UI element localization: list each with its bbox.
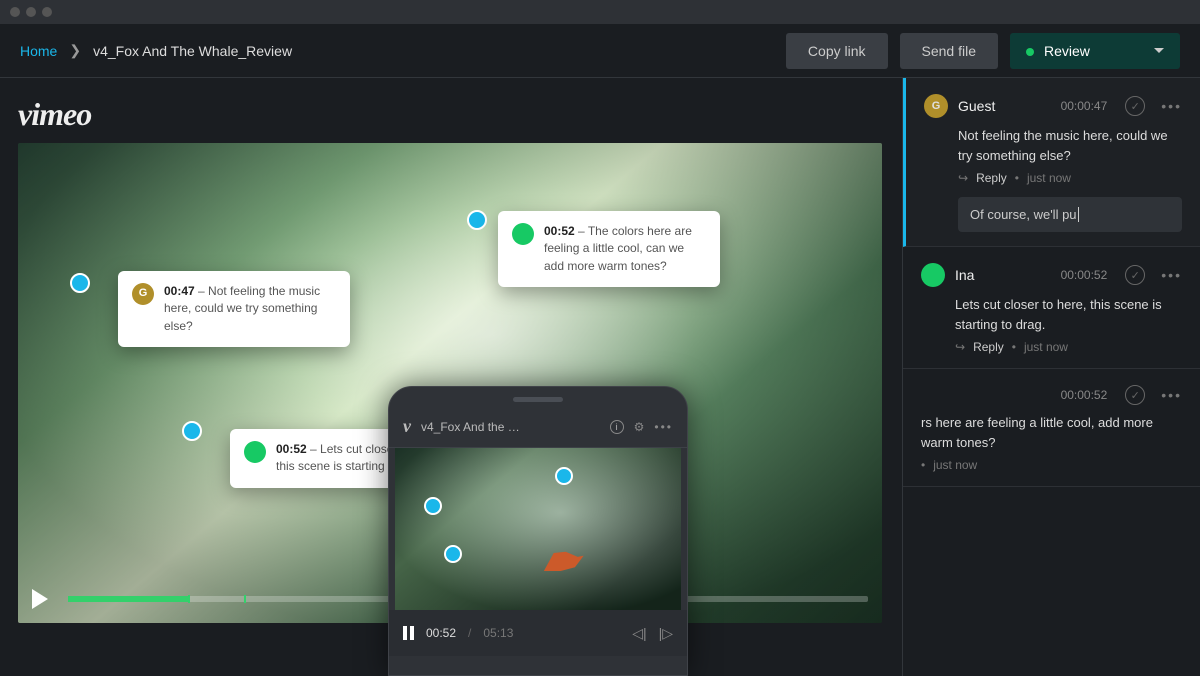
comment-timestamp: 00:00:52: [1061, 388, 1108, 402]
video-art-fox: [544, 545, 584, 571]
note-timestamp: 00:52: [276, 442, 307, 456]
video-note[interactable]: 00:52 – The colors here are feeling a li…: [498, 211, 720, 287]
video-note[interactable]: G 00:47 – Not feeling the music here, co…: [118, 271, 350, 347]
window-titlebar: [0, 0, 1200, 24]
gear-icon[interactable]: ⚙: [634, 420, 645, 434]
reply-button[interactable]: Reply: [976, 171, 1007, 185]
avatar: [921, 263, 945, 287]
comment-body: Lets cut closer to here, this scene is s…: [955, 295, 1182, 334]
comment-timestamp: 00:00:47: [1061, 99, 1108, 113]
current-time: 00:52: [426, 626, 456, 640]
seek-fill: [68, 596, 188, 602]
review-label: Review: [1044, 43, 1090, 59]
mobile-preview: v v4_Fox And the … i ⚙ ••• 00:52 / 05:13…: [388, 386, 688, 676]
note-timestamp: 00:47: [164, 284, 195, 298]
mobile-video[interactable]: [395, 448, 681, 610]
comment-item[interactable]: G Guest 00:00:47 ✓ ••• Not feeling the m…: [903, 78, 1200, 247]
breadcrumb-home[interactable]: Home: [20, 43, 57, 59]
annotation-marker[interactable]: [424, 497, 442, 515]
comment-timestamp: 00:00:52: [1061, 268, 1108, 282]
avatar: G: [132, 283, 154, 305]
resolve-check-icon[interactable]: ✓: [1125, 265, 1145, 285]
traffic-light-close[interactable]: [10, 7, 20, 17]
mobile-header: v v4_Fox And the … i ⚙ •••: [389, 410, 687, 448]
play-button[interactable]: [32, 589, 48, 609]
reply-arrow-icon: ↩: [955, 340, 965, 354]
comment-age: just now: [933, 458, 977, 472]
note-timestamp: 00:52: [544, 224, 575, 238]
annotation-marker[interactable]: [467, 210, 487, 230]
reply-button[interactable]: Reply: [973, 340, 1004, 354]
reply-input[interactable]: Of course, we'll pu: [958, 197, 1182, 232]
breadcrumb: Home ❯ v4_Fox And The Whale_Review: [20, 42, 292, 59]
breadcrumb-page: v4_Fox And The Whale_Review: [93, 43, 292, 59]
status-dot-icon: [1026, 48, 1034, 56]
annotation-marker[interactable]: [182, 421, 202, 441]
reply-arrow-icon: ↩: [958, 171, 968, 185]
stage: vimeo G 00:47 – Not feeling the music he…: [0, 78, 902, 676]
mobile-title: v4_Fox And the …: [421, 420, 600, 434]
comment-author: Ina: [955, 267, 974, 283]
comment-body: Not feeling the music here, could we try…: [958, 126, 1182, 165]
comment-item[interactable]: 00:00:52 ✓ ••• rs here are feeling a lit…: [903, 369, 1200, 487]
step-forward-button[interactable]: |▷: [659, 625, 673, 642]
review-status-dropdown[interactable]: Review: [1010, 33, 1180, 69]
chevron-down-icon: [1154, 48, 1164, 53]
copy-link-button[interactable]: Copy link: [786, 33, 888, 69]
send-file-button[interactable]: Send file: [900, 33, 998, 69]
annotation-marker[interactable]: [444, 545, 462, 563]
mobile-controls: 00:52 / 05:13 ◁| |▷: [389, 610, 687, 656]
comments-panel: G Guest 00:00:47 ✓ ••• Not feeling the m…: [902, 78, 1200, 676]
resolve-check-icon[interactable]: ✓: [1125, 385, 1145, 405]
vimeo-logo-small: v: [403, 416, 411, 437]
more-icon[interactable]: •••: [1161, 267, 1182, 283]
traffic-light-min[interactable]: [26, 7, 36, 17]
more-icon[interactable]: •••: [1161, 387, 1182, 403]
annotation-marker[interactable]: [70, 273, 90, 293]
comment-body: rs here are feeling a little cool, add m…: [921, 413, 1182, 452]
resolve-check-icon[interactable]: ✓: [1125, 96, 1145, 116]
comment-age: just now: [1027, 171, 1071, 185]
annotation-marker[interactable]: [555, 467, 573, 485]
comment-age: just now: [1024, 340, 1068, 354]
traffic-light-max[interactable]: [42, 7, 52, 17]
phone-speaker: [513, 397, 563, 402]
reply-draft-text: Of course, we'll pu: [970, 207, 1077, 222]
more-icon[interactable]: •••: [654, 420, 673, 434]
avatar: [512, 223, 534, 245]
comment-author: Guest: [958, 98, 995, 114]
step-back-button[interactable]: ◁|: [632, 625, 646, 642]
info-icon[interactable]: i: [610, 420, 624, 434]
avatar: G: [924, 94, 948, 118]
duration: 05:13: [483, 626, 513, 640]
vimeo-logo: vimeo: [18, 96, 884, 133]
header-bar: Home ❯ v4_Fox And The Whale_Review Copy …: [0, 24, 1200, 78]
pause-button[interactable]: [403, 626, 414, 640]
comment-item[interactable]: Ina 00:00:52 ✓ ••• Lets cut closer to he…: [903, 247, 1200, 369]
avatar: [244, 441, 266, 463]
more-icon[interactable]: •••: [1161, 98, 1182, 114]
chevron-right-icon: ❯: [69, 42, 81, 59]
